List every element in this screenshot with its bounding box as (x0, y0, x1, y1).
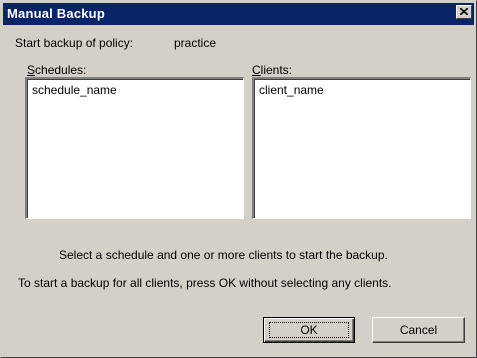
client-list-item[interactable]: client_name (259, 83, 324, 97)
schedule-list-item[interactable]: schedule_name (32, 83, 117, 97)
close-x-icon (460, 8, 468, 15)
title-bar[interactable]: Manual Backup (3, 3, 474, 25)
manual-backup-dialog: Manual Backup Start backup of policy: pr… (0, 0, 477, 358)
clients-label-rest: lients: (260, 63, 293, 77)
instruction-line-1: Select a schedule and one or more client… (59, 248, 388, 262)
clients-listbox[interactable]: client_name (252, 77, 471, 219)
close-button[interactable] (456, 5, 472, 19)
policy-label: Start backup of policy: (15, 36, 134, 50)
clients-label-mnemonic: C (252, 63, 261, 77)
schedules-label: Schedules: (27, 63, 86, 77)
ok-button-label: OK (300, 323, 318, 337)
policy-name: practice (174, 36, 217, 50)
instruction-line-2: To start a backup for all clients, press… (18, 276, 392, 290)
schedules-listbox[interactable]: schedule_name (25, 77, 244, 219)
clients-label: Clients: (252, 63, 292, 77)
schedules-label-rest: chedules: (35, 63, 87, 77)
ok-button[interactable]: OK (263, 317, 355, 343)
cancel-button-label: Cancel (399, 323, 438, 337)
cancel-button[interactable]: Cancel (372, 317, 465, 343)
schedules-label-mnemonic: S (27, 63, 36, 77)
window-title: Manual Backup (7, 6, 105, 21)
